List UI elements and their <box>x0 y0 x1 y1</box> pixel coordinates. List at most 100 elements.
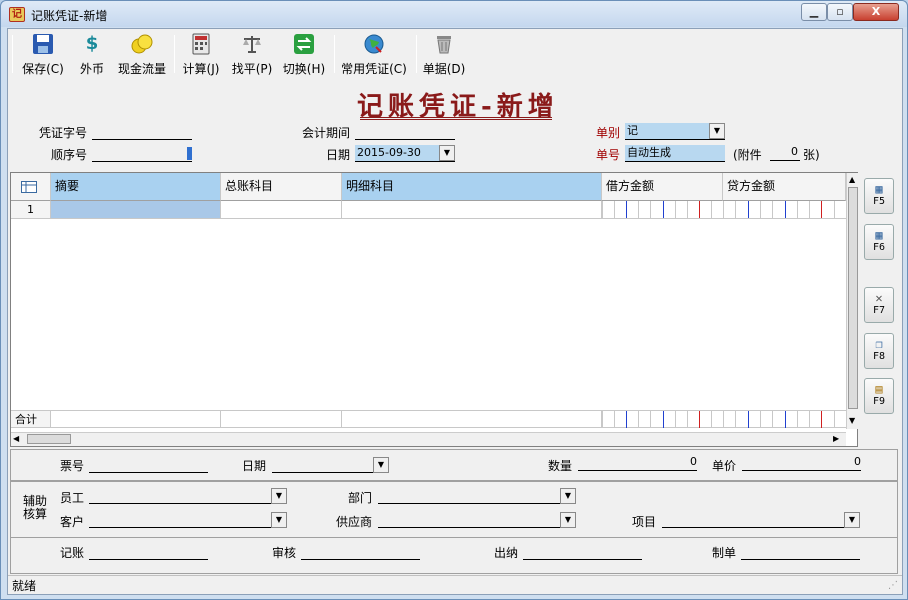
vertical-scrollbar[interactable]: ▲ ▼ <box>846 173 859 429</box>
append-row-key: F6 <box>872 242 886 253</box>
audit-field <box>301 544 420 560</box>
debit-amount-cell[interactable] <box>602 201 724 219</box>
balance-button[interactable]: 找平(P) <box>230 31 274 76</box>
column-header-summary[interactable]: 摘要 <box>51 173 221 201</box>
digit-column-tick <box>723 411 724 428</box>
department-select[interactable]: ▼ <box>378 488 576 504</box>
delete-row-button[interactable]: ✕ F7 <box>864 287 894 323</box>
copy-row-key: F8 <box>872 351 886 362</box>
insert-row-button[interactable]: ▦ F5 <box>864 178 894 214</box>
project-select[interactable]: ▼ <box>662 512 860 528</box>
documents-button[interactable]: 单据(D) <box>422 31 466 76</box>
paste-row-button[interactable]: ▤ F9 <box>864 378 894 414</box>
minimize-button[interactable]: ▁ <box>801 3 827 21</box>
general-account-cell[interactable] <box>221 201 342 219</box>
append-row-button[interactable]: ▦ F6 <box>864 224 894 260</box>
delete-x-icon: ✕ <box>875 291 883 305</box>
common-voucher-label: 常用凭证(C) <box>341 62 407 76</box>
digit-column-tick <box>785 411 786 428</box>
digit-column-tick <box>614 411 615 428</box>
digit-column-tick <box>834 411 835 428</box>
digit-column-tick <box>772 411 773 428</box>
horizontal-scrollbar[interactable]: ◀ ▶ <box>11 432 846 446</box>
voucher-no-field[interactable]: 自动生成 <box>625 145 725 162</box>
unit-price-field[interactable]: 0 <box>742 455 861 471</box>
column-header-detail-account[interactable]: 明细科目 <box>342 173 602 201</box>
ticket-label: 票号 <box>60 459 85 473</box>
scroll-right-arrow-icon[interactable]: ▶ <box>833 433 839 445</box>
vertical-scroll-thumb[interactable] <box>848 187 858 409</box>
dollar-icon: $ <box>85 33 99 54</box>
chevron-down-icon[interactable]: ▼ <box>271 488 287 504</box>
digit-column-tick <box>711 201 712 218</box>
text-caret <box>187 147 192 160</box>
insert-row-key: F5 <box>872 196 886 207</box>
resize-grip-icon[interactable]: ⋰ <box>888 576 898 596</box>
digit-column-tick <box>735 201 736 218</box>
sequence-field[interactable] <box>92 146 192 162</box>
credit-amount-cell[interactable] <box>723 201 847 219</box>
chevron-down-icon[interactable]: ▼ <box>709 123 725 139</box>
digit-column-tick <box>650 411 651 428</box>
scroll-left-arrow-icon[interactable]: ◀ <box>13 433 19 445</box>
chevron-down-icon[interactable]: ▼ <box>560 512 576 528</box>
supplier-select[interactable]: ▼ <box>378 512 576 528</box>
scroll-down-arrow-icon[interactable]: ▼ <box>849 416 855 425</box>
total-summary-cell <box>51 410 221 428</box>
column-header-credit[interactable]: 贷方金额 <box>723 173 846 201</box>
chevron-down-icon[interactable]: ▼ <box>271 512 287 528</box>
digit-column-tick <box>711 411 712 428</box>
calculate-button[interactable]: 计算(J) <box>180 31 222 76</box>
voucher-word-field[interactable] <box>92 124 192 140</box>
chevron-down-icon[interactable]: ▼ <box>560 488 576 504</box>
digit-column-tick <box>687 201 688 218</box>
unit-price-label: 单价 <box>712 459 737 473</box>
cashflow-button[interactable]: 现金流量 <box>114 31 170 76</box>
quantity-field[interactable]: 0 <box>578 455 697 471</box>
switch-button[interactable]: 切换(H) <box>282 31 326 76</box>
customer-select[interactable]: ▼ <box>89 512 287 528</box>
chevron-down-icon[interactable]: ▼ <box>439 145 455 161</box>
employee-select[interactable]: ▼ <box>89 488 287 504</box>
title-bar[interactable]: 记 记账凭证-新增 ▁ ▫ X <box>1 1 907 27</box>
bookkeeper-field <box>89 544 208 560</box>
date-picker[interactable]: 2015-09-30 ▼ <box>355 145 455 162</box>
save-label: 保存(C) <box>22 62 64 76</box>
summary-cell[interactable] <box>51 201 221 219</box>
ticket-field[interactable] <box>89 457 208 473</box>
total-credit-cell <box>723 410 847 428</box>
voucher-entry-grid: 摘要 总账科目 明细科目 借方金额 贷方金额 1 合计 ▲ ▼ ◀ ▶ <box>10 172 859 447</box>
chevron-down-icon[interactable]: ▼ <box>844 512 860 528</box>
column-header-general-account[interactable]: 总账科目 <box>221 173 342 201</box>
digit-column-tick <box>772 201 773 218</box>
digit-column-tick <box>797 201 798 218</box>
close-button[interactable]: X <box>853 3 899 21</box>
scroll-up-arrow-icon[interactable]: ▲ <box>849 175 855 184</box>
window-title: 记账凭证-新增 <box>31 9 108 23</box>
save-button[interactable]: 保存(C) <box>20 31 66 76</box>
extra-date-field[interactable]: ▼ <box>272 457 389 473</box>
toolbar-separator <box>174 35 175 73</box>
cashier-field <box>523 544 642 560</box>
insert-row-icon: ▦ <box>875 182 883 196</box>
period-field[interactable] <box>355 124 455 140</box>
cashflow-label: 现金流量 <box>117 62 166 76</box>
digit-column-tick <box>748 201 749 218</box>
column-header-debit[interactable]: 借方金额 <box>602 173 723 201</box>
calculate-label: 计算(J) <box>182 62 220 76</box>
foreign-currency-button[interactable]: $ 外币 <box>76 31 108 76</box>
status-bar: 就绪 ⋰ <box>8 575 902 595</box>
detail-account-cell[interactable] <box>342 201 602 219</box>
grid-corner[interactable] <box>11 173 51 201</box>
horizontal-scroll-thumb[interactable] <box>27 434 71 444</box>
voucher-title-underline <box>360 117 552 120</box>
audit-label: 审核 <box>272 546 297 560</box>
table-icon <box>21 179 37 193</box>
voucher-type-select[interactable]: 记 ▼ <box>625 123 725 140</box>
supplier-label: 供应商 <box>336 515 373 529</box>
copy-row-button[interactable]: ❐ F8 <box>864 333 894 369</box>
common-voucher-button[interactable]: 常用凭证(C) <box>340 31 408 76</box>
attachment-count-field[interactable]: 0 <box>770 145 800 161</box>
chevron-down-icon[interactable]: ▼ <box>373 457 389 473</box>
maximize-button[interactable]: ▫ <box>827 3 853 21</box>
